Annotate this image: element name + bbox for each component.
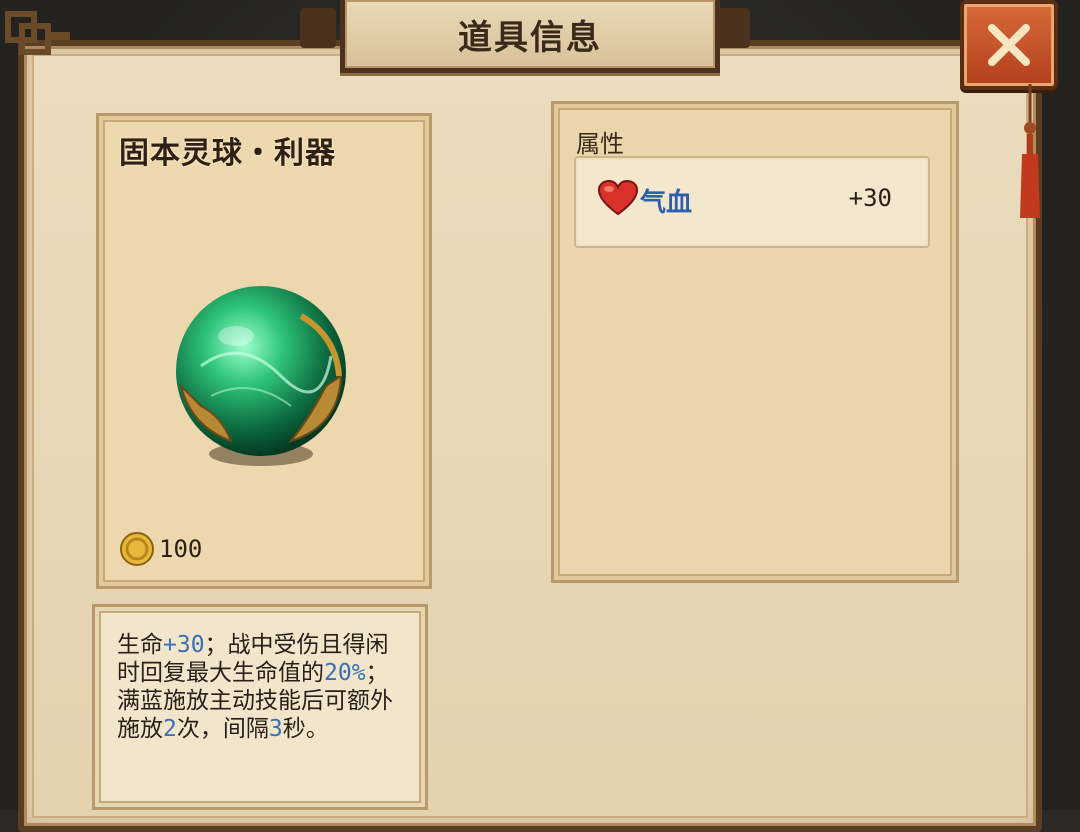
desc-text-segment: 次，间隔: [176, 716, 269, 742]
desc-highlight-value: +30: [163, 632, 205, 658]
title-plaque-wing-left: [300, 8, 336, 48]
item-name: 固本灵球・利器: [119, 136, 336, 171]
desc-highlight-value: 3: [268, 716, 283, 742]
tassel-ornament-icon: [1020, 84, 1040, 218]
item-card: 固本灵球・利器 100: [96, 113, 432, 589]
coin-icon: [120, 532, 154, 566]
desc-text-segment: 生命: [117, 632, 163, 658]
price-value: 100: [159, 535, 203, 563]
description-card: 生命+30；战中受伤且得闲时回复最大生命值的20%；满蓝施放主动技能后可额外施放…: [92, 604, 428, 810]
item-description: 生命+30；战中受伤且得闲时回复最大生命值的20%；满蓝施放主动技能后可额外施放…: [117, 631, 407, 743]
desc-highlight-value: 20%: [324, 660, 366, 686]
price: 100: [119, 531, 202, 567]
desc-text-segment: 秒。: [282, 716, 329, 742]
close-button[interactable]: [960, 0, 1058, 90]
dialog-title: 道具信息: [458, 17, 602, 58]
heart-icon: [598, 180, 638, 216]
close-icon: [988, 24, 1030, 66]
desc-highlight-value: 2: [163, 716, 177, 742]
attribute-value: +30: [848, 184, 892, 212]
attributes-panel: 属性 气血 +30: [551, 101, 959, 583]
corner-knot-ornament-icon: [5, 11, 70, 55]
green-orb-icon: [176, 286, 346, 466]
attribute-name: 气血: [640, 188, 693, 218]
title-plaque: 道具信息: [340, 0, 720, 73]
attributes-heading: 属性: [576, 130, 624, 158]
attribute-row: 气血 +30: [574, 156, 930, 248]
